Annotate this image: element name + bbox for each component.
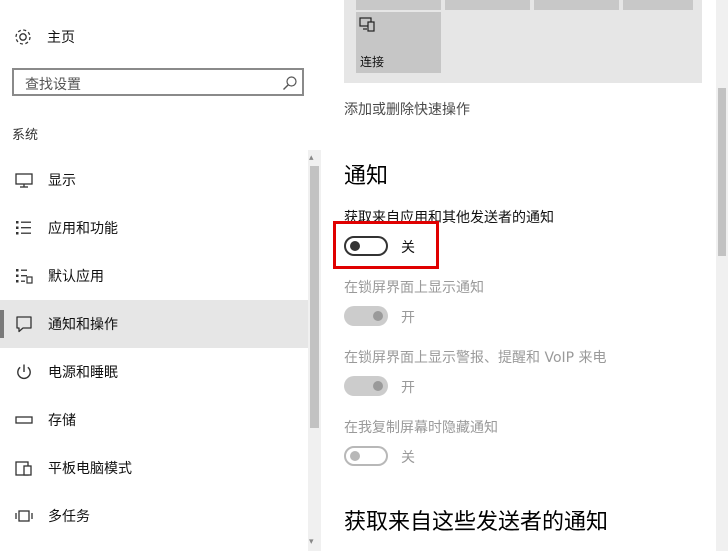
toggle-state-label: 开 — [401, 380, 415, 396]
toggle-knob — [373, 381, 383, 391]
sidebar-item-power[interactable]: 电源和睡眠 — [0, 348, 308, 396]
setting-label-hide-when-duplicating: 在我复制屏幕时隐藏通知 — [344, 420, 498, 436]
sidebar-item-apps[interactable]: 应用和功能 — [0, 204, 308, 252]
content-scrollbar[interactable] — [716, 0, 728, 551]
sidebar-item-multitask[interactable]: 多任务 — [0, 492, 308, 540]
sidebar-item-tablet-mode[interactable]: 平板电脑模式 — [0, 444, 308, 492]
sidebar-item-label: 多任务 — [48, 509, 90, 525]
multitask-icon — [15, 510, 33, 522]
home-nav-item[interactable]: 主页 — [12, 24, 75, 50]
tablet-mode-icon — [15, 461, 32, 476]
lockscreen-notifications-toggle[interactable] — [344, 306, 388, 326]
settings-content: 连接 添加或删除快速操作 通知 获取来自应用和其他发送者的通知 关 在锁屏界面上… — [321, 0, 728, 551]
quick-actions-panel: 连接 — [344, 0, 702, 83]
section-title: 系统 — [12, 128, 39, 143]
content-scrollbar-thumb[interactable] — [718, 88, 726, 256]
storage-icon — [15, 416, 33, 424]
sidebar-item-display[interactable]: 显示 — [0, 156, 308, 204]
senders-heading: 获取来自这些发送者的通知 — [344, 510, 609, 535]
search-icon — [283, 76, 297, 90]
manage-quick-actions-link[interactable]: 添加或删除快速操作 — [344, 99, 470, 119]
notification-icon — [16, 316, 32, 333]
scroll-down-arrow-icon[interactable]: ▾ — [309, 537, 314, 547]
active-indicator — [0, 310, 4, 338]
quick-action-tile[interactable] — [356, 0, 441, 10]
setting-label-lockscreen-notifications: 在锁屏界面上显示通知 — [344, 280, 484, 296]
sidebar-item-notifications[interactable]: 通知和操作 — [0, 300, 308, 348]
gear-icon — [15, 29, 31, 45]
quick-action-tile[interactable] — [445, 0, 530, 10]
setting-label-lockscreen-alarms: 在锁屏界面上显示警报、提醒和 VoIP 来电 — [344, 350, 607, 366]
notifications-heading: 通知 — [344, 164, 389, 189]
hide-when-duplicating-toggle[interactable] — [344, 446, 388, 466]
toggle-state-label: 关 — [401, 450, 415, 466]
lockscreen-alarms-toggle[interactable] — [344, 376, 388, 396]
sidebar-scrollbar-thumb[interactable] — [310, 166, 319, 428]
power-icon — [17, 364, 31, 380]
sidebar-item-label: 平板电脑模式 — [48, 461, 132, 477]
search-input[interactable]: 查找设置 — [12, 68, 304, 96]
sidebar-item-label: 存储 — [48, 413, 76, 429]
app-list-icon — [16, 221, 31, 235]
sidebar-item-label: 显示 — [48, 173, 76, 189]
quick-action-connect[interactable]: 连接 — [356, 12, 441, 73]
search-placeholder: 查找设置 — [25, 77, 81, 93]
monitor-icon — [15, 173, 33, 188]
sidebar-item-label: 电源和睡眠 — [48, 365, 118, 381]
toggle-knob — [373, 311, 383, 321]
home-label: 主页 — [47, 30, 75, 46]
sidebar-item-label: 通知和操作 — [48, 317, 118, 333]
quick-action-label: 连接 — [360, 55, 385, 69]
settings-sidebar: 主页 查找设置 系统 显示 应用和功能 默认应用 通知和操作 电源和睡眠 存储 … — [0, 0, 308, 551]
quick-action-tile[interactable] — [623, 0, 693, 10]
sidebar-item-default-apps[interactable]: 默认应用 — [0, 252, 308, 300]
highlight-box — [333, 221, 439, 269]
toggle-state-label: 开 — [401, 310, 415, 326]
connect-icon — [359, 17, 375, 32]
toggle-knob — [350, 451, 360, 461]
sidebar-item-label: 默认应用 — [48, 269, 104, 285]
scroll-up-arrow-icon[interactable]: ▴ — [309, 153, 314, 163]
sidebar-item-storage[interactable]: 存储 — [0, 396, 308, 444]
quick-action-tile[interactable] — [534, 0, 619, 10]
default-apps-icon — [16, 269, 33, 284]
sidebar-item-label: 应用和功能 — [48, 221, 118, 237]
